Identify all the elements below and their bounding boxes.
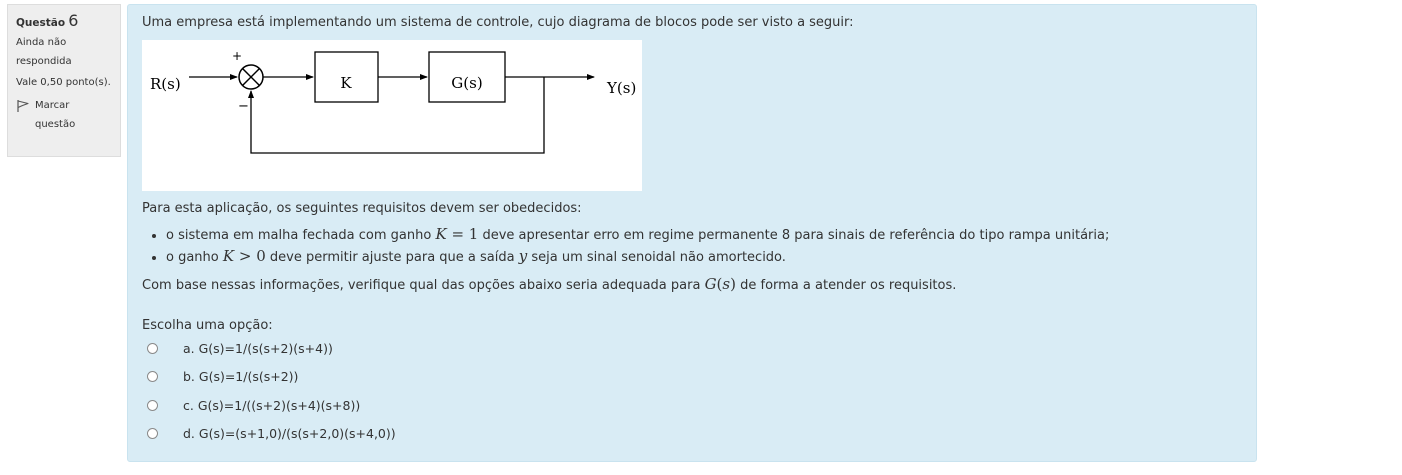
requirement-item: o sistema em malha fechada com ganho K =… <box>166 224 1109 246</box>
math-y: y <box>518 247 528 265</box>
input-label: R(s) <box>150 75 181 93</box>
question-number: 6 <box>68 11 79 30</box>
requirements-intro: Para esta aplicação, os seguintes requis… <box>142 201 582 216</box>
answer-label[interactable]: b. G(s)=1/(s(s+2)) <box>183 369 298 384</box>
question-label: Questão <box>16 17 66 29</box>
math-k-equals-1: K = 1 <box>435 225 479 243</box>
math-k-greater-0: K > 0 <box>222 247 266 265</box>
answer-label[interactable]: c. G(s)=1/((s+2)(s+4)(s+8)) <box>183 398 360 413</box>
plant-label: G(s) <box>451 74 482 92</box>
question-info-panel: Questão 6 Ainda não respondida Vale 0,50… <box>7 4 121 157</box>
answer-label[interactable]: a. G(s)=1/(s(s+2)(s+4)) <box>183 341 333 356</box>
question-statement: Com base nessas informações, verifique q… <box>142 275 957 293</box>
answer-label[interactable]: d. G(s)=(s+1,0)/(s(s+2,0)(s+4,0)) <box>183 426 396 441</box>
summing-junction <box>238 64 264 90</box>
flag-icon <box>17 100 29 112</box>
radio-button[interactable] <box>147 371 158 383</box>
radio-button[interactable] <box>147 428 158 440</box>
flag-label: Marcar questão <box>35 100 76 130</box>
radio-button[interactable] <box>147 399 158 411</box>
math-g-of-s: G(s) <box>704 275 736 293</box>
block-diagram: R(s) + − K G(s) Y(s) <box>142 40 642 191</box>
output-label: Y(s) <box>606 79 636 97</box>
requirements-list: o sistema em malha fechada com ganho K =… <box>142 224 1109 268</box>
question-state: Ainda não respondida <box>16 37 72 67</box>
choose-option-prompt: Escolha uma opção: <box>142 318 273 333</box>
question-content: Uma empresa está implementando um sistem… <box>127 4 1257 462</box>
question-number-line: Questão 6 <box>16 11 112 33</box>
plus-sign: + <box>232 49 242 63</box>
radio-button[interactable] <box>147 343 158 354</box>
flag-question-link[interactable]: Marcar questão <box>16 96 112 134</box>
question-grade: Vale 0,50 ponto(s). <box>16 77 111 88</box>
question-intro: Uma empresa está implementando um sistem… <box>142 15 854 30</box>
gain-label: K <box>340 74 352 92</box>
requirement-item: o ganho K > 0 deve permitir ajuste para … <box>166 246 1109 268</box>
minus-sign: − <box>238 99 249 114</box>
